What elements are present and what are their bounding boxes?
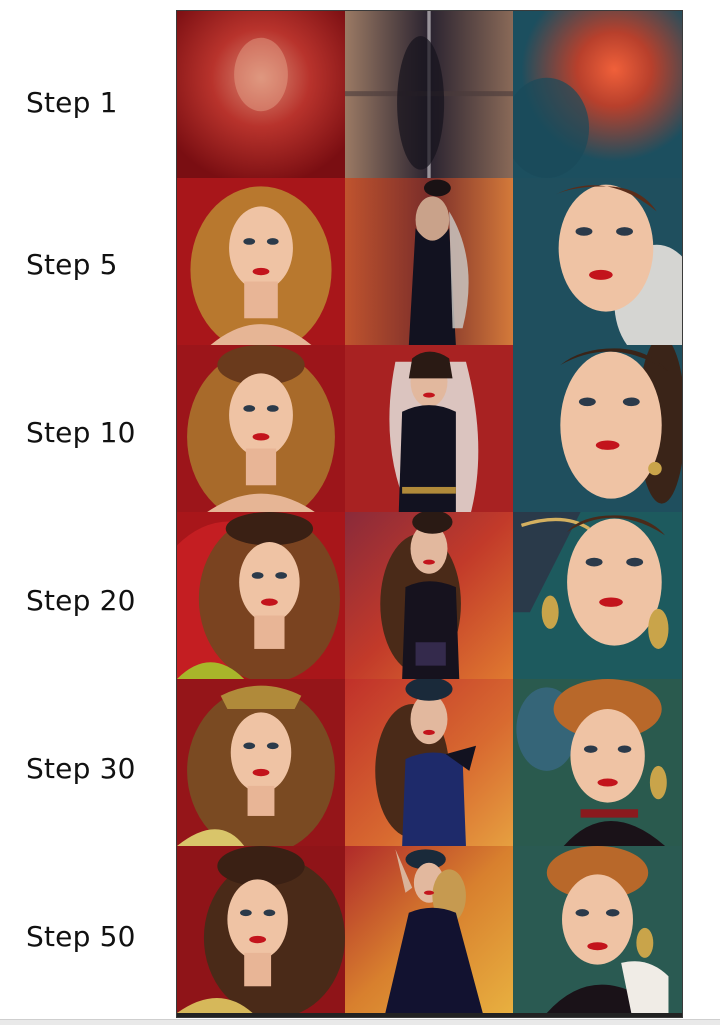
image-step20-col3 bbox=[513, 512, 682, 679]
image-step20-col2 bbox=[345, 512, 513, 679]
image-grid bbox=[176, 10, 683, 1018]
row-label-step-5: Step 5 bbox=[26, 247, 118, 281]
row-label-step-30: Step 30 bbox=[26, 751, 136, 785]
image-step5-col1 bbox=[177, 178, 345, 345]
image-step1-col1 bbox=[177, 11, 345, 178]
image-step30-col1 bbox=[177, 679, 345, 846]
diffusion-steps-figure: Step 1 Step 5 Step 10 Step 20 Step 30 St… bbox=[0, 0, 720, 1025]
row-label-step-50: Step 50 bbox=[26, 919, 136, 953]
image-step50-col2 bbox=[345, 846, 513, 1013]
row-label-step-10: Step 10 bbox=[26, 415, 136, 449]
image-step1-col2 bbox=[345, 11, 513, 178]
image-step10-col1 bbox=[177, 345, 345, 512]
image-step50-col3 bbox=[513, 846, 682, 1013]
image-step30-col2 bbox=[345, 679, 513, 846]
image-step1-col3 bbox=[513, 11, 682, 178]
row-label-step-1: Step 1 bbox=[26, 85, 118, 119]
bottom-scroll-bar bbox=[0, 1019, 720, 1025]
image-step5-col3 bbox=[513, 178, 682, 345]
image-step20-col1 bbox=[177, 512, 345, 679]
image-step10-col3 bbox=[513, 345, 682, 512]
image-step5-col2 bbox=[345, 178, 513, 345]
image-step10-col2 bbox=[345, 345, 513, 512]
row-label-step-20: Step 20 bbox=[26, 583, 136, 617]
image-step30-col3 bbox=[513, 679, 682, 846]
image-step50-col1 bbox=[177, 846, 345, 1013]
